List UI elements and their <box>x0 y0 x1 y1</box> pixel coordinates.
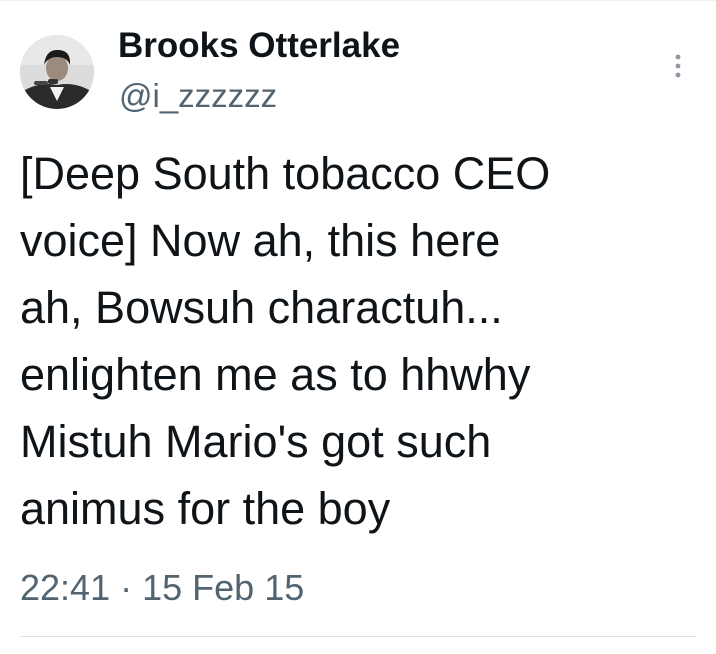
vertical-ellipsis-icon <box>675 54 681 78</box>
bottom-divider <box>20 636 696 637</box>
user-handle[interactable]: @i_zzzzzz <box>119 76 277 116</box>
avatar-photo-icon <box>20 35 94 109</box>
display-name[interactable]: Brooks Otterlake <box>118 24 400 68</box>
more-options-button[interactable] <box>664 48 692 84</box>
tweet-card: Brooks Otterlake @i_zzzzzz [Deep South t… <box>0 0 716 654</box>
tweet-time: 22:41 <box>20 567 111 608</box>
meta-separator: · <box>120 567 133 608</box>
tweet-text: [Deep South tobacco CEO voice] Now ah, t… <box>20 148 551 534</box>
tweet-timestamp[interactable]: 22:41 · 15 Feb 15 <box>20 566 304 610</box>
avatar[interactable] <box>20 35 94 109</box>
tweet-date: 15 Feb 15 <box>142 567 305 608</box>
